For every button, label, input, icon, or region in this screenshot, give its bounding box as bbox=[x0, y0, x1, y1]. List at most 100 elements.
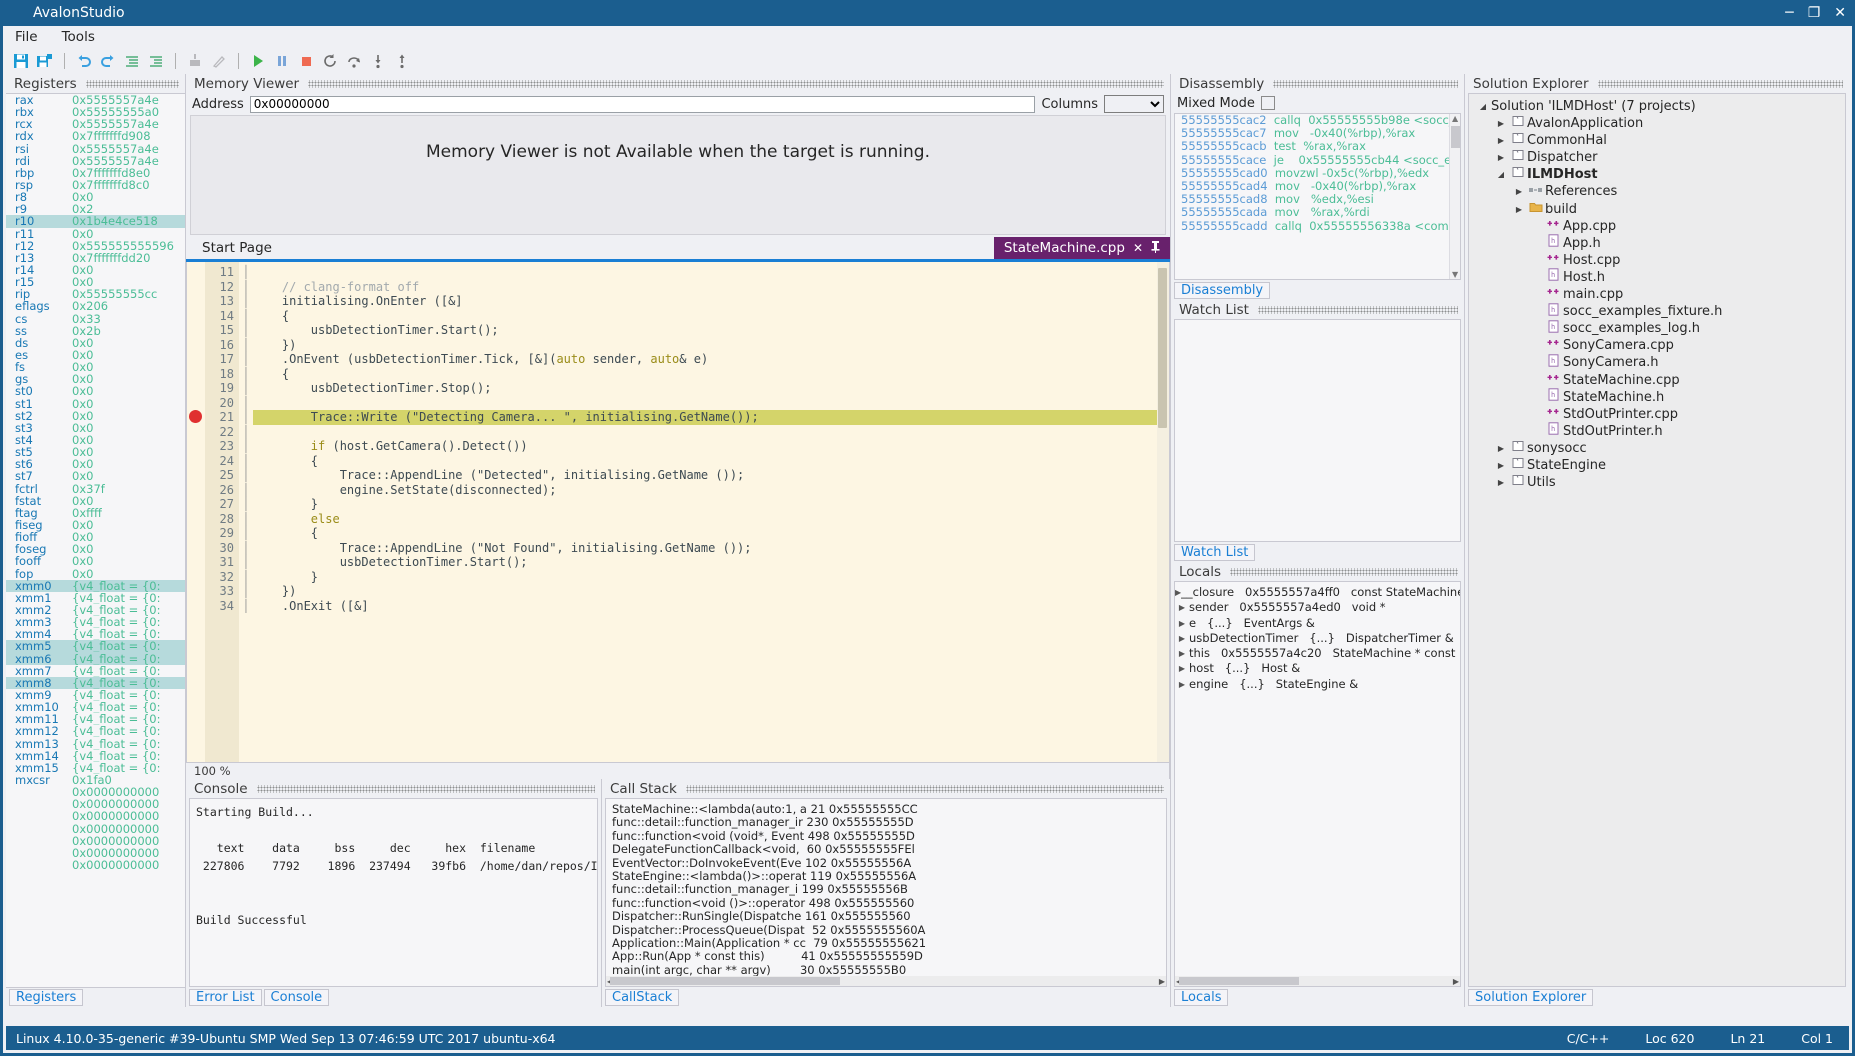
solution-tree-item[interactable]: ▶ build bbox=[1469, 201, 1845, 218]
code-line[interactable]: } bbox=[253, 497, 1169, 512]
scroll-up-icon[interactable]: ▲ bbox=[1452, 114, 1458, 123]
locals-row[interactable]: ▶ sender 0x5555557a4ed0 void * bbox=[1175, 600, 1460, 615]
fold-marker[interactable]: │ bbox=[239, 454, 253, 469]
call-stack-frame[interactable]: func::function<void (void*, Event 498 0x… bbox=[612, 829, 1160, 843]
solution-tree-item[interactable]: ▶ CommonHal bbox=[1469, 132, 1845, 149]
twisty-collapsed-icon[interactable]: ▶ bbox=[1493, 440, 1509, 457]
code-line[interactable]: Trace::AppendLine ("Not Found", initiali… bbox=[253, 541, 1169, 556]
scrollbar-thumb[interactable] bbox=[1451, 126, 1460, 148]
register-row[interactable]: r10 0x1b4e4ce518 bbox=[6, 215, 185, 228]
solution-tree-item[interactable]: ▶ sonysocc bbox=[1469, 440, 1845, 457]
tab-locals[interactable]: Locals bbox=[1174, 988, 1229, 1006]
call-stack-frame[interactable]: DelegateFunctionCallback<void, 60 0x5555… bbox=[612, 842, 1160, 856]
locals-hscrollbar[interactable]: ◀ ▶ bbox=[1175, 976, 1460, 986]
solution-tree-item[interactable]: App.cpp bbox=[1469, 218, 1845, 235]
register-row[interactable]: xmm12 {v4_float = {0: bbox=[6, 725, 185, 737]
call-stack-frame[interactable]: EventVector::DoInvokeEvent(Eve 102 0x555… bbox=[612, 856, 1160, 870]
fold-marker[interactable]: │ bbox=[239, 512, 253, 527]
register-row[interactable]: rdx 0x7fffffffd908 bbox=[6, 130, 185, 142]
code-line[interactable] bbox=[253, 425, 1169, 440]
close-icon[interactable]: ✕ bbox=[1133, 241, 1143, 255]
code-line[interactable]: else bbox=[253, 512, 1169, 527]
panel-grip[interactable] bbox=[1273, 79, 1458, 88]
console-output[interactable]: Starting Build... text data bss dec hex … bbox=[189, 798, 598, 987]
panel-grip[interactable] bbox=[1597, 79, 1843, 88]
scroll-right-icon[interactable]: ▶ bbox=[1159, 977, 1165, 986]
twisty-expanded-icon[interactable]: ◢ bbox=[1475, 98, 1491, 115]
solution-tree-item[interactable]: ▶ References bbox=[1469, 183, 1845, 200]
register-row[interactable]: xmm7 {v4_float = {0: bbox=[6, 665, 185, 677]
fold-marker[interactable]: │ bbox=[239, 526, 253, 541]
fold-marker[interactable]: │ bbox=[239, 410, 253, 425]
mixed-mode-checkbox[interactable] bbox=[1260, 96, 1275, 110]
tab-disassembly[interactable]: Disassembly bbox=[1174, 281, 1271, 299]
register-row[interactable]: st7 0x0 bbox=[6, 470, 185, 482]
twisty-collapsed-icon[interactable]: ▶ bbox=[1493, 149, 1509, 166]
register-row[interactable]: eflags 0x206 bbox=[6, 300, 185, 312]
fold-marker[interactable]: │ bbox=[239, 541, 253, 556]
register-row[interactable]: fooff 0x0 bbox=[6, 555, 185, 567]
register-row[interactable]: st5 0x0 bbox=[6, 446, 185, 458]
tab-watch-list[interactable]: Watch List bbox=[1174, 543, 1256, 561]
register-row[interactable]: 0x0000000000 bbox=[6, 786, 185, 798]
solution-tree-item[interactable]: StdOutPrinter.cpp bbox=[1469, 406, 1845, 423]
register-row[interactable]: xmm13 {v4_float = {0: bbox=[6, 737, 185, 750]
call-stack-frame[interactable]: func::detail::function_manager_ir 230 0x… bbox=[612, 815, 1160, 829]
call-stack-frame[interactable]: Dispatcher::RunSingle(Dispatche 161 0x55… bbox=[612, 909, 1160, 923]
call-stack-frame[interactable]: func::detail::function_manager_i 199 0x5… bbox=[612, 882, 1160, 896]
register-row[interactable]: fs 0x0 bbox=[6, 361, 185, 373]
fold-marker[interactable]: │ bbox=[239, 338, 253, 353]
code-line[interactable]: { bbox=[253, 454, 1169, 469]
code-line[interactable]: { bbox=[253, 526, 1169, 541]
code-line[interactable] bbox=[253, 265, 1169, 280]
code-line[interactable]: .OnEvent (usbDetectionTimer.Tick, [&](au… bbox=[253, 352, 1169, 367]
expand-triangle-icon[interactable]: ▶ bbox=[1175, 646, 1189, 661]
solution-tree-item[interactable]: ▶ StateEngine bbox=[1469, 457, 1845, 474]
panel-grip[interactable] bbox=[85, 79, 179, 88]
solution-tree-item[interactable]: SonyCamera.cpp bbox=[1469, 337, 1845, 354]
panel-grip[interactable] bbox=[256, 784, 595, 793]
breakpoint-gutter[interactable] bbox=[187, 262, 205, 762]
fold-marker[interactable]: │ bbox=[239, 396, 253, 411]
locals-row[interactable]: ▶ __closure 0x5555557a4ff0 const StateMac… bbox=[1175, 585, 1460, 600]
panel-grip[interactable] bbox=[1230, 567, 1458, 576]
solution-tree-item[interactable]: h Host.h bbox=[1469, 268, 1845, 286]
register-row[interactable]: 0x0000000000 bbox=[6, 859, 185, 871]
code-line[interactable]: if (host.GetCamera().Detect()) bbox=[253, 439, 1169, 454]
register-row[interactable]: 0x0000000000 bbox=[6, 810, 185, 822]
register-row[interactable]: fop 0x0 bbox=[6, 567, 185, 580]
locals-row[interactable]: ▶ e {...} EventArgs & bbox=[1175, 616, 1460, 631]
solution-tree-item[interactable]: h socc_examples_fixture.h bbox=[1469, 302, 1845, 320]
register-row[interactable]: r12 0x555555555596 bbox=[6, 240, 185, 252]
fold-marker[interactable]: │ bbox=[239, 309, 253, 324]
register-row[interactable]: fctrl 0x37f bbox=[6, 483, 185, 495]
disassembly-row[interactable]: 55555555cadd callq 0x55555556338a <com::… bbox=[1175, 219, 1460, 233]
fold-marker[interactable]: │ bbox=[239, 439, 253, 454]
code-line[interactable]: usbDetectionTimer.Start(); bbox=[253, 555, 1169, 570]
solution-tree-item[interactable]: StateMachine.cpp bbox=[1469, 372, 1845, 389]
expand-triangle-icon[interactable]: ▶ bbox=[1175, 661, 1189, 676]
step-out-icon[interactable] bbox=[392, 51, 412, 71]
register-row[interactable]: fstat 0x0 bbox=[6, 495, 185, 507]
solution-tree-item[interactable]: ▶ Utils bbox=[1469, 474, 1845, 491]
fold-marker[interactable]: │ bbox=[239, 323, 253, 338]
fold-marker[interactable]: │ bbox=[239, 367, 253, 382]
call-stack-list[interactable]: StateMachine::<lambda(auto:1, a 21 0x555… bbox=[605, 798, 1167, 987]
twisty-collapsed-icon[interactable]: ▶ bbox=[1511, 183, 1527, 200]
register-row[interactable]: st3 0x0 bbox=[6, 422, 185, 434]
register-row[interactable]: st6 0x0 bbox=[6, 458, 185, 470]
minimize-button[interactable]: ─ bbox=[1785, 6, 1793, 20]
solution-tree-item[interactable]: ▶ Dispatcher bbox=[1469, 149, 1845, 166]
scrollbar-thumb[interactable] bbox=[610, 977, 840, 985]
register-row[interactable]: r8 0x0 bbox=[6, 191, 185, 203]
register-row[interactable]: xmm5 {v4_float = {0: bbox=[6, 640, 185, 653]
call-stack-frame[interactable]: func::function<void ()>::operator 498 0x… bbox=[612, 896, 1160, 910]
breakpoint-icon[interactable] bbox=[189, 410, 202, 423]
solution-tree-item[interactable]: ◢ ILMDHost bbox=[1469, 166, 1845, 183]
code-line[interactable]: initialising.OnEnter ([&] bbox=[253, 294, 1169, 309]
locals-row[interactable]: ▶ this 0x5555557a4c20 StateMachine * cons… bbox=[1175, 646, 1460, 661]
code-line[interactable]: usbDetectionTimer.Start(); bbox=[253, 323, 1169, 338]
solution-tree-item[interactable]: h socc_examples_log.h bbox=[1469, 320, 1845, 337]
disassembly-vscrollbar[interactable]: ▲ ▼ bbox=[1449, 114, 1460, 279]
code-line[interactable]: // clang-format off bbox=[253, 280, 1169, 295]
